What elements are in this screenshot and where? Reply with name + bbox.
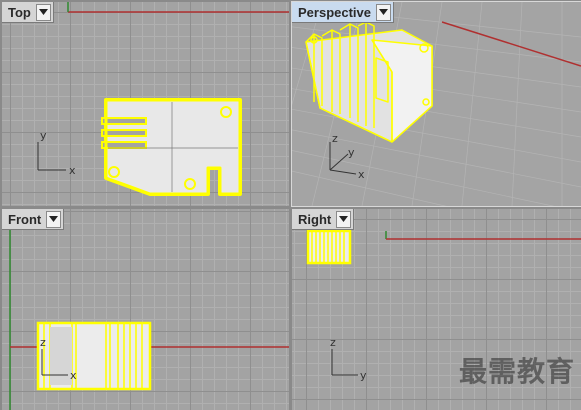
selected-part-right[interactable] (306, 229, 352, 265)
viewport-title: Right (298, 211, 332, 227)
watermark-logo: 最需教育 (458, 355, 575, 388)
axis-label-y: y (360, 369, 367, 382)
front-viewport-tab[interactable]: Front (2, 209, 65, 230)
selected-part-top[interactable] (101, 98, 242, 196)
axis-gizmo-top (37, 142, 66, 171)
perspective-viewport[interactable]: z y x Perspective (291, 1, 581, 207)
viewport-title: Top (8, 4, 31, 20)
right-viewport-tab[interactable]: Right (292, 209, 355, 230)
front-viewport[interactable]: Front z x (2, 209, 289, 410)
axis-label-y: y (348, 146, 355, 159)
chevron-down-icon[interactable] (336, 210, 352, 228)
axis-label-z: z (332, 132, 338, 145)
perspective-viewport-tab[interactable]: Perspective (292, 2, 394, 23)
top-viewport-canvas: y x (37, 2, 289, 196)
axis-label-x: x (358, 168, 365, 181)
chevron-down-icon[interactable] (376, 3, 391, 21)
axis-label-z: z (330, 336, 336, 349)
selected-part-perspective[interactable] (305, 21, 433, 143)
viewport-title: Perspective (298, 4, 371, 20)
axis-label-x: x (69, 164, 76, 177)
top-viewport-tab[interactable]: Top (2, 2, 54, 23)
perspective-grid: z y x (292, 2, 581, 206)
axis-label-x: x (70, 369, 77, 382)
viewport-title: Front (8, 211, 42, 227)
right-viewport[interactable]: Right z y 最需教育 (292, 209, 581, 410)
axis-gizmo-right (331, 349, 358, 376)
front-viewport-canvas: z x (9, 229, 289, 410)
axis-label-y: y (40, 129, 47, 142)
x-axis-line (441, 21, 581, 67)
chevron-down-icon[interactable] (46, 210, 62, 228)
axis-label-z: z (40, 336, 46, 349)
chevron-down-icon[interactable] (35, 3, 51, 21)
top-viewport[interactable]: Top y x (2, 2, 289, 206)
selected-part-front[interactable] (36, 321, 152, 391)
